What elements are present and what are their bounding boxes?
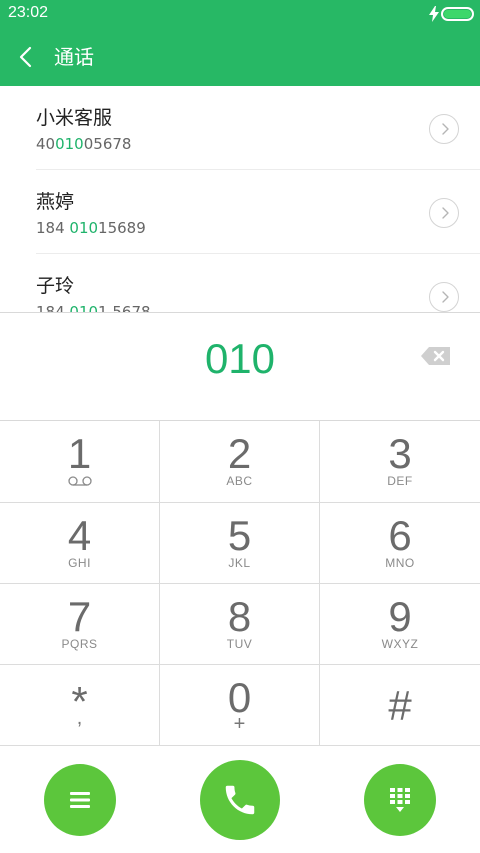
menu-button[interactable] — [44, 764, 116, 836]
contact-number: 4001005678 — [36, 134, 131, 154]
dialpad-toggle-button[interactable] — [364, 764, 436, 836]
key-digit: 8 — [227, 593, 252, 640]
contact-row[interactable]: 小米客服 4001005678 — [0, 86, 480, 170]
key-digit: # — [388, 682, 412, 729]
charging-bolt-icon — [429, 6, 439, 22]
dialed-number[interactable]: 010 — [0, 333, 480, 385]
contact-detail-button[interactable] — [429, 114, 459, 144]
contact-detail-button[interactable] — [429, 282, 459, 312]
key-sub-symbol: + — [233, 713, 246, 735]
key-hash[interactable]: # — [320, 665, 480, 746]
status-bar: 23:02 — [0, 0, 480, 28]
voicemail-icon — [68, 476, 92, 486]
contact-name: 子玲 — [36, 275, 75, 297]
key-4[interactable]: 4 GHI — [0, 503, 160, 584]
key-3[interactable]: 3 DEF — [320, 421, 480, 503]
key-9[interactable]: 9 WXYZ — [320, 584, 480, 665]
key-6[interactable]: 6 MNO — [320, 503, 480, 584]
status-time: 23:02 — [8, 4, 49, 21]
chevron-right-icon — [442, 291, 449, 303]
key-letters: MNO — [385, 556, 415, 570]
key-sub-symbol: , — [76, 707, 83, 729]
call-button[interactable] — [200, 760, 280, 840]
dialpad-icon — [390, 788, 410, 812]
key-letters: DEF — [387, 474, 413, 488]
number-suffix: 15689 — [98, 219, 146, 237]
menu-icon — [70, 792, 90, 808]
chevron-right-icon — [442, 207, 449, 219]
key-7[interactable]: 7 PQRS — [0, 584, 160, 665]
key-2[interactable]: 2 ABC — [160, 421, 320, 503]
number-prefix: 184 — [36, 219, 70, 237]
key-0[interactable]: 0 + — [160, 665, 320, 746]
contact-detail-button[interactable] — [429, 198, 459, 228]
key-digit: 2 — [227, 430, 252, 477]
key-5[interactable]: 5 JKL — [160, 503, 320, 584]
key-letters: PQRS — [61, 637, 98, 651]
key-1[interactable]: 1 — [0, 421, 160, 503]
number-suffix: 05678 — [83, 135, 132, 153]
key-digit: 9 — [388, 593, 412, 640]
battery-level — [444, 10, 471, 18]
contact-row[interactable]: 子玲 184 0101 5678 — [0, 254, 480, 313]
key-digit: 4 — [67, 512, 92, 559]
key-digit: 1 — [67, 430, 92, 477]
chevron-right-icon — [442, 123, 449, 135]
number-match: 010 — [69, 219, 99, 237]
app-bar: 通话 — [0, 28, 480, 86]
number-input-area: 010 — [0, 312, 480, 421]
key-letters: ABC — [226, 474, 253, 488]
key-letters: WXYZ — [381, 637, 419, 651]
number-match: 010 — [55, 135, 84, 153]
key-digit: 6 — [388, 512, 412, 559]
battery-icon — [441, 7, 474, 21]
number-prefix: 40 — [36, 135, 56, 153]
key-digit: 7 — [67, 593, 92, 640]
contact-name: 燕婷 — [36, 191, 75, 213]
page-title: 通话 — [54, 45, 94, 69]
key-star[interactable]: * , — [0, 665, 160, 746]
bottom-action-bar — [0, 746, 480, 853]
phone-icon — [225, 785, 255, 815]
key-digit: 3 — [388, 430, 412, 477]
contact-row[interactable]: 燕婷 184 01015689 — [0, 170, 480, 254]
contact-suggestion-list: 小米客服 4001005678 燕婷 184 01015689 子玲 184 0… — [0, 86, 480, 313]
contact-number: 184 01015689 — [36, 218, 146, 238]
contact-name: 小米客服 — [36, 107, 113, 129]
backspace-icon[interactable] — [420, 345, 452, 367]
key-letters: GHI — [68, 556, 91, 570]
key-digit: 5 — [227, 512, 252, 559]
key-8[interactable]: 8 TUV — [160, 584, 320, 665]
back-arrow-icon[interactable] — [14, 44, 40, 70]
key-letters: JKL — [228, 556, 251, 570]
key-letters: TUV — [226, 637, 253, 651]
